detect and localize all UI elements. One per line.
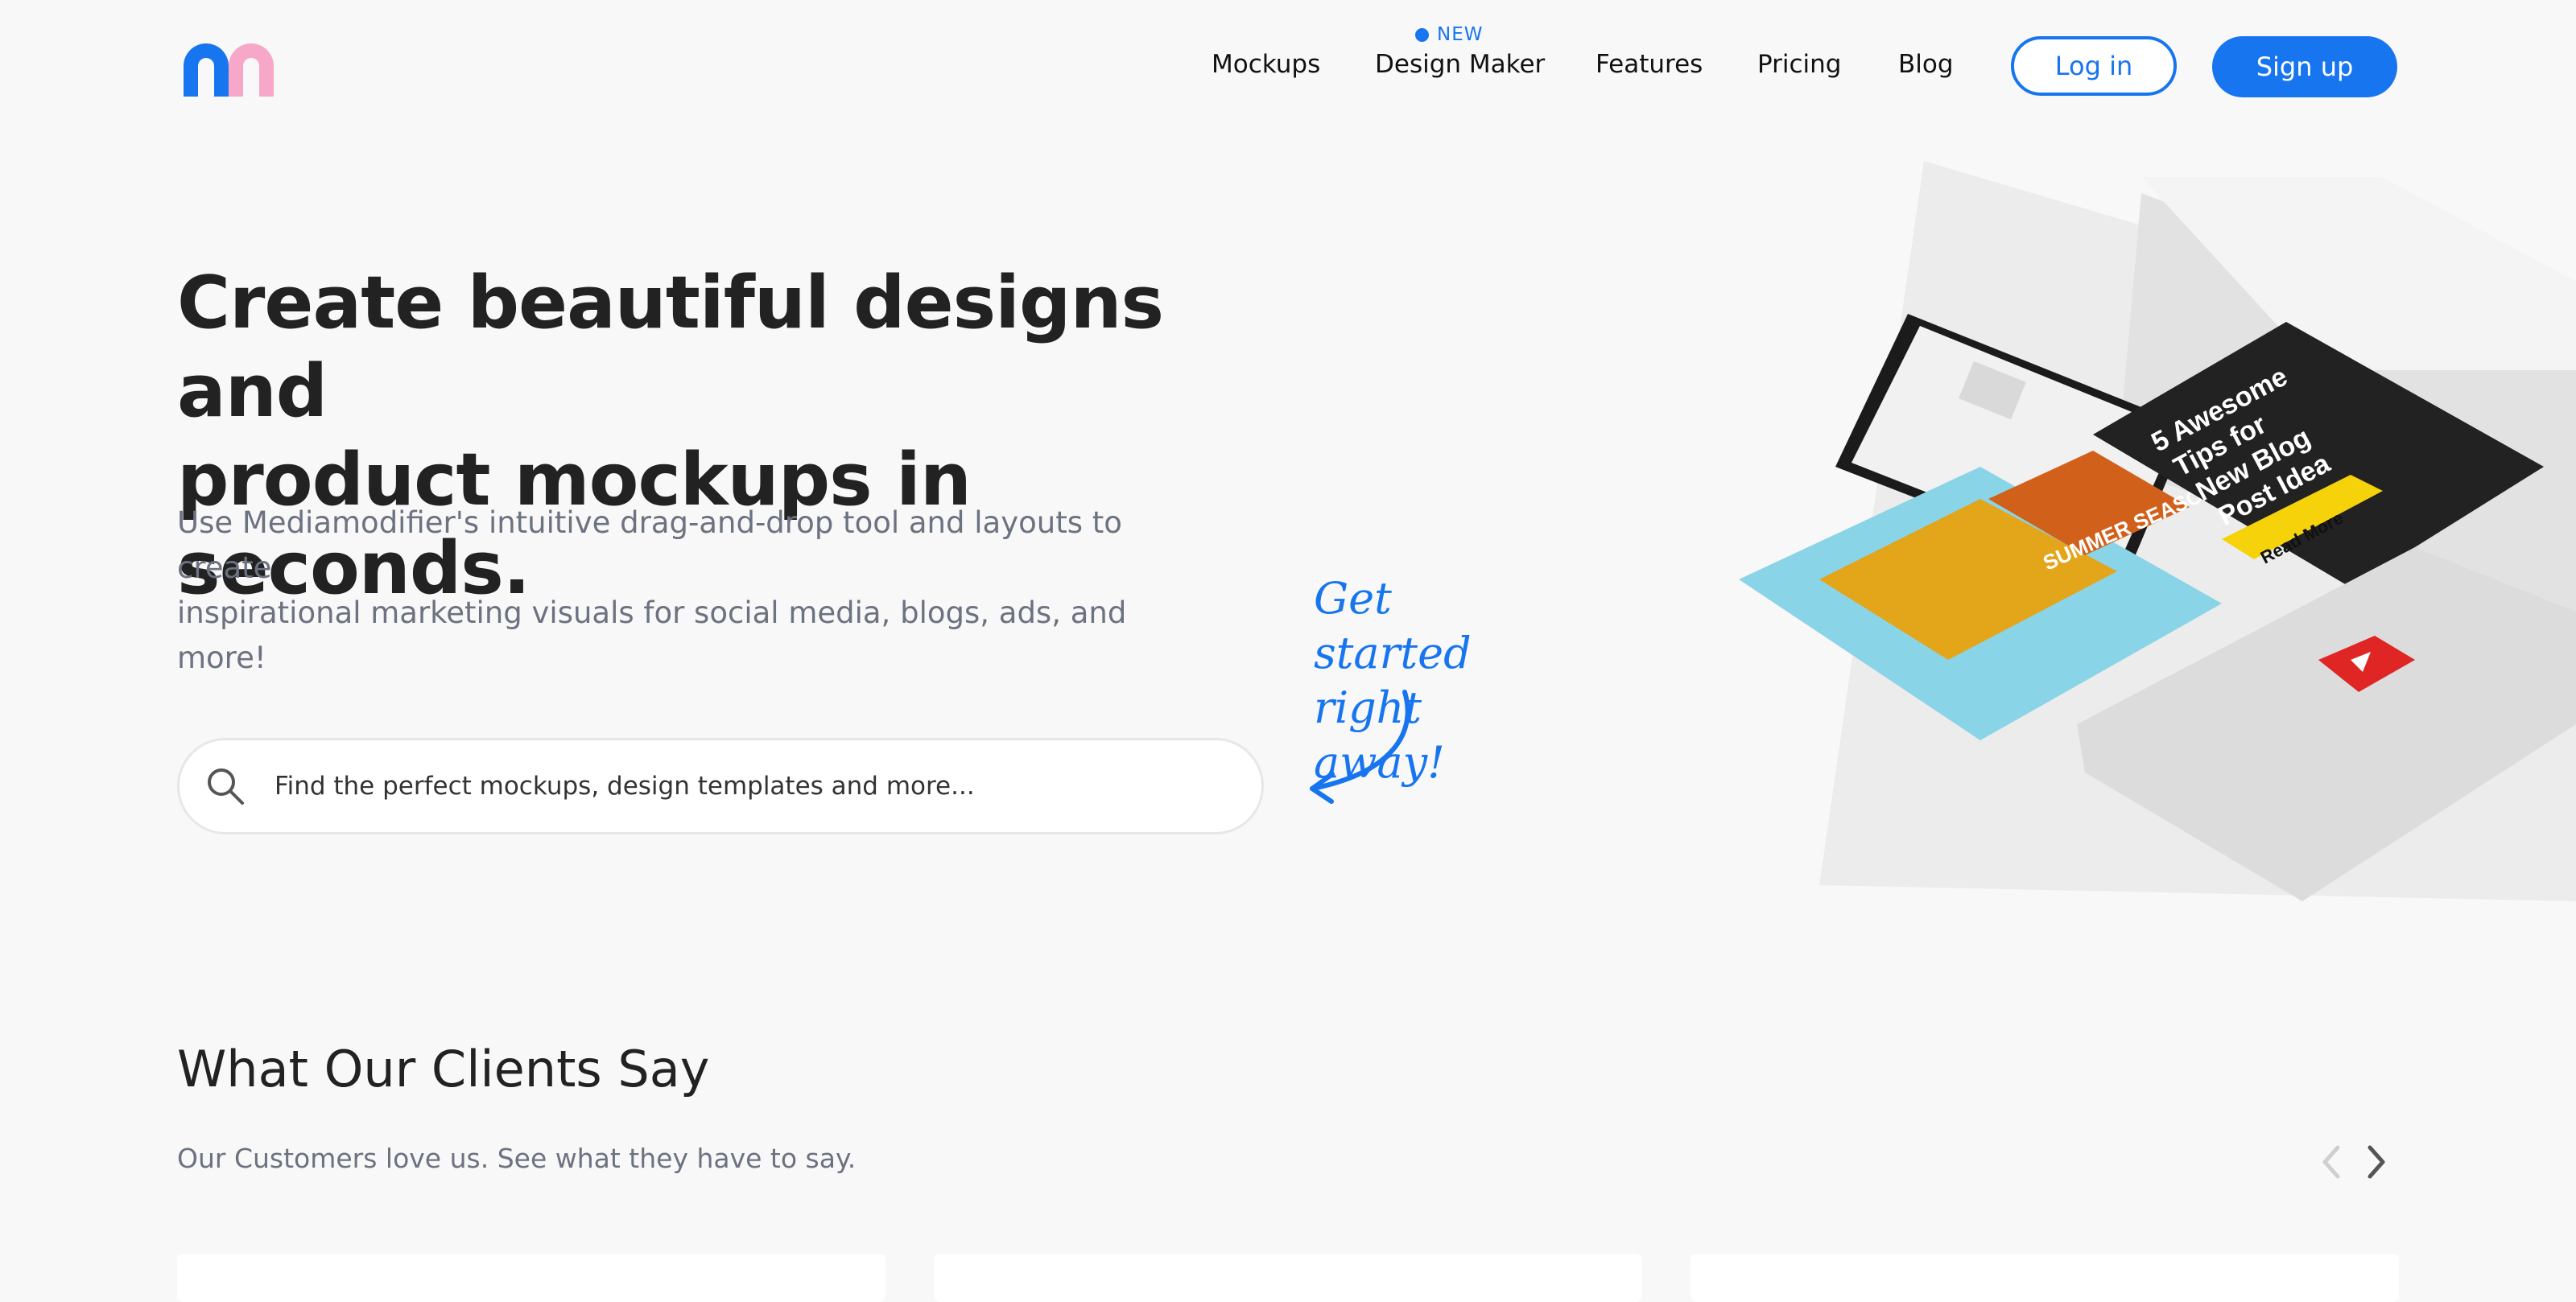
- hero-illustration: SUMMER SEASON OFFERS 5 Awesome Tips for …: [1739, 161, 2576, 901]
- testimonial-card: [177, 1254, 886, 1302]
- hero-subtitle: Use Mediamodifier's intuitive drag-and-d…: [177, 501, 1224, 681]
- clients-section-subtitle: Our Customers love us. See what they hav…: [177, 1143, 857, 1174]
- carousel-prev-icon[interactable]: [2317, 1143, 2346, 1181]
- nav-mockups[interactable]: Mockups: [1212, 50, 1320, 79]
- hero-subtitle-line-2: inspirational marketing visuals for soci…: [177, 595, 1127, 675]
- nav-features[interactable]: Features: [1596, 50, 1703, 79]
- nav-pricing[interactable]: Pricing: [1757, 50, 1842, 79]
- signup-button[interactable]: Sign up: [2212, 36, 2397, 97]
- mediamodifier-logo-icon[interactable]: [177, 40, 290, 97]
- hero-title-line-1: Create beautiful designs and: [177, 261, 1164, 434]
- nav-blog[interactable]: Blog: [1898, 50, 1954, 79]
- new-badge: NEW: [1415, 24, 1483, 45]
- carousel-next-icon[interactable]: [2362, 1143, 2391, 1181]
- new-dot-icon: [1415, 27, 1429, 42]
- clients-section-title: What Our Clients Say: [177, 1040, 710, 1098]
- login-button[interactable]: Log in: [2011, 36, 2177, 96]
- hero-subtitle-line-1: Use Mediamodifier's intuitive drag-and-d…: [177, 505, 1122, 585]
- new-badge-label: NEW: [1437, 24, 1484, 45]
- nav-design-maker[interactable]: Design Maker: [1375, 50, 1545, 79]
- curved-arrow-icon: [1310, 690, 1410, 804]
- testimonial-card: [1690, 1254, 2399, 1302]
- testimonial-card: [934, 1254, 1642, 1302]
- search-input[interactable]: Find the perfect mockups, design templat…: [275, 772, 975, 801]
- search-icon[interactable]: [204, 764, 247, 808]
- search-bar[interactable]: Find the perfect mockups, design templat…: [177, 738, 1264, 834]
- callout-line-1: Get started: [1314, 573, 1472, 678]
